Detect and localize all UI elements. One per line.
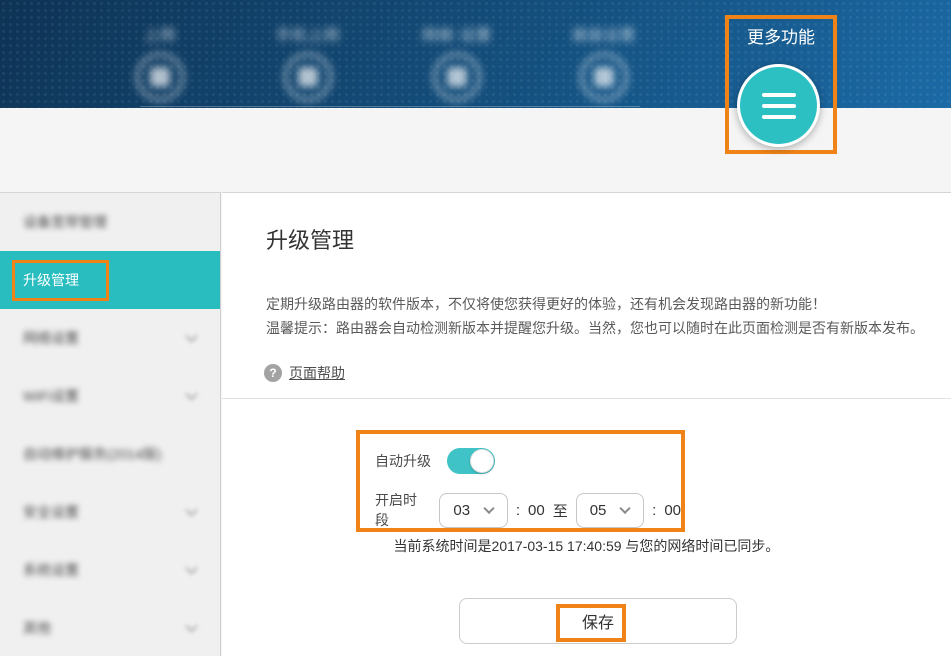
page-description: 定期升级路由器的软件版本，不仅将使您获得更好的体验，还有机会发现路由器的新功能！… [266, 292, 924, 340]
sidebar-item-label: 升级管理 [23, 270, 79, 290]
sidebar-item-8[interactable]: 其他 [0, 599, 220, 656]
colon: : [652, 502, 656, 519]
period-row: 开启时段 03 : 00 至 05 : 00 [375, 490, 681, 530]
nav-item-label: 网络·设置 [397, 24, 517, 45]
sidebar-item-label: 网络设置 [23, 328, 79, 348]
nav-item-label: 手机上网 [248, 24, 368, 45]
sidebar-item-label: 设备宽带管理 [23, 212, 107, 232]
device-icon [284, 53, 332, 101]
header-nav-item-2[interactable]: 手机上网 [248, 24, 368, 106]
chevron-down-icon [185, 388, 198, 401]
chevron-down-icon [185, 620, 198, 633]
main-content: 升级管理 定期升级路由器的软件版本，不仅将使您获得更好的体验，还有机会发现路由器… [222, 192, 951, 656]
header-underline [140, 106, 640, 107]
section-divider [222, 398, 951, 399]
header-nav-item-3[interactable]: 网络·设置 [397, 24, 517, 106]
system-time-status: 当前系统时间是2017-03-15 17:40:59 与您的网络时间已同步。 [222, 536, 951, 556]
auto-upgrade-label: 自动升级 [375, 451, 431, 471]
toggle-knob [470, 449, 494, 473]
nav-item-label: 高级设置 [544, 24, 664, 45]
chevron-down-icon [185, 330, 198, 343]
router-admin-page: 上网 手机上网 网络·设置 高级设置 更多功能 设备宽带管理 升级管理 [0, 0, 951, 656]
sidebar: 设备宽带管理 升级管理 网络设置 WiFi设置 自动维护服务(2014版) 安全… [0, 192, 221, 656]
chevron-down-icon [185, 504, 198, 517]
sidebar-item-7[interactable]: 系统设置 [0, 541, 220, 599]
page-help[interactable]: ? 页面帮助 [264, 363, 345, 383]
sidebar-item-4[interactable]: WiFi设置 [0, 367, 220, 425]
sidebar-item-label: 安全设置 [23, 502, 79, 522]
start-hour-select[interactable]: 03 [439, 493, 507, 528]
more-menu-button[interactable] [737, 64, 820, 147]
home-icon [136, 53, 184, 101]
wifi-icon [433, 53, 481, 101]
auto-upgrade-row: 自动升级 [375, 448, 495, 474]
auto-upgrade-toggle[interactable] [447, 448, 495, 474]
sidebar-item-5[interactable]: 自动维护服务(2014版) [0, 425, 220, 483]
start-minute-value: 00 [528, 502, 545, 519]
hamburger-icon [762, 93, 796, 97]
end-hour-select[interactable]: 05 [576, 493, 644, 528]
colon: : [516, 502, 520, 519]
question-mark-icon: ? [264, 364, 282, 382]
end-minute-value: 00 [664, 502, 681, 519]
period-label: 开启时段 [375, 490, 429, 530]
save-button-label: 保存 [582, 609, 614, 633]
description-line-1: 定期升级路由器的软件版本，不仅将使您获得更好的体验，还有机会发现路由器的新功能！ [266, 292, 924, 316]
header-nav-item-4[interactable]: 高级设置 [544, 24, 664, 106]
annotation-box-upgrade-form: 自动升级 开启时段 03 : 00 至 05 : 00 [356, 430, 685, 532]
more-features-label: 更多功能 [729, 23, 833, 48]
end-hour-value: 05 [590, 502, 607, 519]
settings-icon [580, 53, 628, 101]
sidebar-item-6[interactable]: 安全设置 [0, 483, 220, 541]
description-line-2: 温馨提示：路由器会自动检测新版本并提醒您升级。当然，您也可以随时在此页面检测是否… [266, 316, 924, 340]
start-hour-value: 03 [453, 502, 470, 519]
page-title: 升级管理 [266, 223, 354, 255]
sidebar-item-upgrade-management[interactable]: 升级管理 [0, 251, 220, 309]
sidebar-item-1[interactable]: 设备宽带管理 [0, 193, 220, 251]
chevron-down-icon [185, 562, 198, 575]
sidebar-item-label: 自动维护服务(2014版) [23, 444, 161, 464]
sidebar-item-label: 系统设置 [23, 560, 79, 580]
sidebar-item-3[interactable]: 网络设置 [0, 309, 220, 367]
nav-item-label: 上网 [100, 24, 220, 45]
page-help-link[interactable]: 页面帮助 [289, 363, 345, 383]
range-separator: 至 [553, 500, 568, 521]
chevron-down-icon [619, 503, 630, 514]
header-nav-item-1[interactable]: 上网 [100, 24, 220, 106]
chevron-down-icon [483, 503, 494, 514]
save-button[interactable]: 保存 [459, 598, 737, 644]
sidebar-item-label: WiFi设置 [23, 386, 79, 406]
sidebar-item-label: 其他 [23, 618, 51, 638]
